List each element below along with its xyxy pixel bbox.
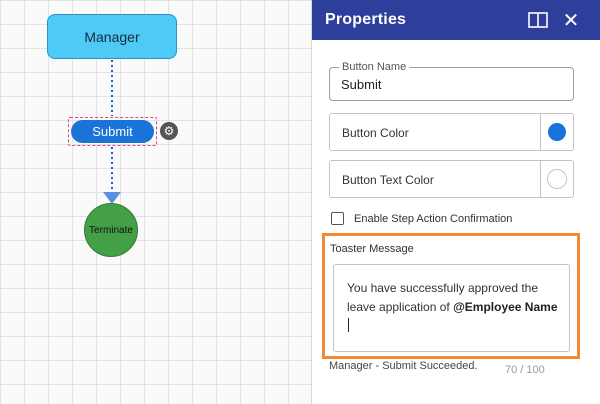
button-text-color-field[interactable]: Button Text Color (329, 160, 574, 198)
toaster-message-textarea[interactable]: You have successfully approved the leave… (333, 264, 570, 352)
flow-connectors (103, 60, 121, 204)
button-text-color-swatch[interactable] (547, 169, 567, 189)
toaster-message-label: Toaster Message (330, 243, 414, 255)
confirmation-checkbox-row[interactable]: Enable Step Action Confirmation (331, 212, 512, 225)
confirmation-label: Enable Step Action Confirmation (354, 212, 513, 225)
button-color-swatch-cell[interactable] (540, 114, 573, 150)
dock-panel-icon[interactable] (528, 10, 548, 30)
submit-node-label: Submit (92, 124, 133, 139)
button-text-color-label: Button Text Color (342, 173, 434, 187)
manager-node-label: Manager (84, 28, 140, 45)
button-color-field[interactable]: Button Color (329, 113, 574, 151)
panel-header: Properties ✕ (312, 0, 600, 40)
button-text-color-swatch-cell[interactable] (540, 161, 573, 197)
submit-node[interactable]: Submit (71, 120, 154, 143)
button-color-label: Button Color (342, 126, 409, 140)
confirmation-checkbox[interactable] (331, 212, 344, 225)
workflow-canvas[interactable]: Manager Submit ⚙ Terminate (0, 0, 311, 404)
text-caret (348, 318, 349, 332)
status-message: Manager - Submit Succeeded. (329, 360, 478, 372)
close-icon[interactable]: ✕ (561, 10, 581, 32)
manager-node[interactable]: Manager (47, 14, 177, 59)
terminate-node[interactable]: Terminate (84, 203, 138, 257)
button-name-input[interactable] (341, 77, 561, 92)
button-color-swatch[interactable] (548, 123, 566, 141)
panel-title: Properties (325, 11, 407, 28)
toaster-message-variable: @Employee Name (453, 300, 558, 314)
properties-panel: Properties ✕ Button Name Button Color Bu… (311, 0, 600, 404)
button-name-label: Button Name (339, 61, 410, 73)
character-count: 70 / 100 (505, 364, 545, 376)
toaster-message-section: Toaster Message You have successfully ap… (322, 233, 580, 359)
button-name-field[interactable]: Button Name (329, 61, 574, 101)
gear-icon[interactable]: ⚙ (160, 122, 178, 140)
terminate-node-label: Terminate (89, 224, 133, 236)
